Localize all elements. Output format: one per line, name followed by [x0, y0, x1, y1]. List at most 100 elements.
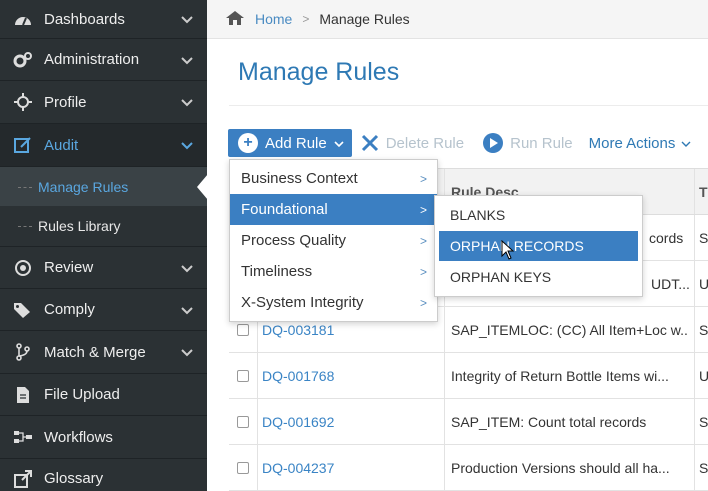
foundational-submenu: BLANKS ORPHAN RECORDS ORPHAN KEYS [434, 195, 643, 297]
merge-icon [12, 341, 34, 363]
nav-label: Comply [44, 301, 95, 318]
table-row[interactable]: DQ-001768 Integrity of Return Bottle Ite… [229, 353, 708, 399]
submenu-item-orphan-records[interactable]: ORPHAN RECORDS [439, 231, 638, 261]
tags-icon [12, 299, 34, 321]
nav-glossary[interactable]: Glossary [0, 459, 207, 491]
target-icon [12, 257, 34, 279]
toolbar: + Add Rule Delete Rule Run Rule More Act… [228, 129, 691, 157]
chevron-right-icon: > [419, 233, 427, 248]
mouse-cursor-icon [501, 240, 515, 260]
row-checkbox[interactable] [237, 416, 249, 428]
rule-desc-cell: Integrity of Return Bottle Items wi... [451, 368, 669, 384]
chevron-down-icon [181, 94, 193, 110]
menu-item-process-quality[interactable]: Process Quality > [230, 225, 437, 256]
submenu-item-blanks[interactable]: BLANKS [439, 200, 638, 230]
table-row[interactable]: DQ-001692 SAP_ITEM: Count total records … [229, 399, 708, 445]
menu-item-label: X-System Integrity [241, 294, 364, 311]
rule-type-cell: S [699, 322, 708, 338]
rule-type-cell: U [699, 368, 708, 384]
plus-icon: + [238, 133, 258, 153]
nav-label: Dashboards [44, 10, 125, 28]
chevron-right-icon: > [419, 171, 427, 186]
rule-desc-cell: cords [649, 230, 684, 246]
nav-administration[interactable]: Administration [0, 39, 207, 81]
menu-item-label: Foundational [241, 201, 328, 218]
delete-rule-label: Delete Rule [385, 134, 465, 152]
menu-item-business-context[interactable]: Business Context > [230, 163, 437, 194]
gears-icon [12, 49, 34, 71]
chevron-down-icon [181, 260, 193, 276]
dashboard-icon [12, 8, 34, 30]
rule-desc-cell: Production Versions should all ha... [451, 460, 670, 476]
nav-comply[interactable]: Comply [0, 289, 207, 331]
rule-id-link[interactable]: DQ-001768 [262, 353, 334, 399]
menu-item-x-system-integrity[interactable]: X-System Integrity > [230, 287, 437, 318]
menu-item-label: Timeliness [241, 263, 313, 280]
rule-desc-cell: SAP_ITEMLOC: (CC) All Item+Loc w... [451, 322, 689, 338]
nav-dashboards[interactable]: Dashboards [0, 0, 207, 39]
nav-label: Profile [44, 93, 87, 111]
rule-desc-cell: UDT... [651, 276, 690, 292]
nav-label: Review [44, 259, 94, 276]
nav-label: Match & Merge [44, 343, 146, 361]
chevron-down-icon [334, 135, 344, 152]
nav-review[interactable]: Review [0, 247, 207, 289]
add-rule-label: Add Rule [265, 134, 327, 152]
table-row[interactable]: DQ-004237 Production Versions should all… [229, 445, 708, 491]
chevron-right-icon: > [419, 295, 427, 310]
chevron-down-icon [181, 302, 193, 318]
workflow-icon [12, 426, 34, 448]
sub-label: Rules Library [38, 218, 121, 234]
rule-type-cell: S [699, 460, 708, 476]
close-icon [361, 134, 378, 152]
delete-rule-button[interactable]: Delete Rule [360, 133, 464, 153]
row-checkbox[interactable] [237, 462, 249, 474]
run-rule-label: Run Rule [510, 134, 573, 152]
home-icon[interactable] [225, 10, 245, 29]
column-header-type[interactable]: T [699, 169, 708, 215]
rule-desc-cell: SAP_ITEM: Count total records [451, 414, 647, 430]
sub-label: Manage Rules [38, 178, 129, 195]
chevron-down-icon [181, 137, 193, 153]
sidebar-item-manage-rules[interactable]: Manage Rules [0, 167, 208, 206]
nav-audit[interactable]: Audit [0, 124, 207, 167]
add-rule-menu: Business Context > Foundational > Proces… [229, 159, 438, 322]
more-actions-label: More Actions [588, 134, 676, 152]
run-rule-button[interactable]: Run Rule [482, 132, 573, 154]
row-checkbox[interactable] [237, 324, 249, 336]
nav-label: Workflows [44, 428, 113, 446]
file-icon [12, 384, 34, 406]
rule-type-cell: S [699, 230, 708, 246]
menu-item-label: Process Quality [241, 232, 347, 249]
rule-id-link[interactable]: DQ-004237 [262, 445, 334, 491]
row-checkbox[interactable] [237, 370, 249, 382]
sidebar-item-rules-library[interactable]: Rules Library [0, 206, 207, 247]
more-actions-button[interactable]: More Actions [589, 135, 692, 152]
chevron-right-icon: > [419, 202, 427, 217]
play-icon [483, 133, 504, 153]
nav-file-upload[interactable]: File Upload [0, 374, 207, 416]
breadcrumb-home-link[interactable]: Home [255, 11, 292, 27]
menu-item-foundational[interactable]: Foundational > [230, 194, 437, 225]
rule-id-link[interactable]: DQ-001692 [262, 399, 334, 445]
add-rule-button[interactable]: + Add Rule [228, 129, 352, 157]
page-title: Manage Rules [238, 58, 400, 86]
chevron-right-icon: > [302, 12, 310, 26]
nav-label: Administration [44, 51, 140, 68]
breadcrumb-current: Manage Rules [319, 11, 410, 27]
sidebar: Dashboards Administration Profile Audit … [0, 0, 208, 491]
external-link-icon [12, 468, 34, 490]
nav-label: Audit [44, 136, 79, 154]
nav-workflows[interactable]: Workflows [0, 416, 207, 459]
nav-profile[interactable]: Profile [0, 81, 207, 124]
chevron-right-icon: > [419, 264, 427, 279]
crosshair-icon [12, 91, 34, 113]
menu-item-timeliness[interactable]: Timeliness > [230, 256, 437, 287]
nav-match-merge[interactable]: Match & Merge [0, 331, 207, 374]
nav-label: File Upload [44, 386, 120, 403]
edit-icon [12, 134, 34, 156]
rule-type-cell: S [699, 414, 708, 430]
menu-item-label: Business Context [241, 170, 358, 187]
submenu-item-orphan-keys[interactable]: ORPHAN KEYS [439, 262, 638, 292]
chevron-down-icon [681, 135, 691, 152]
